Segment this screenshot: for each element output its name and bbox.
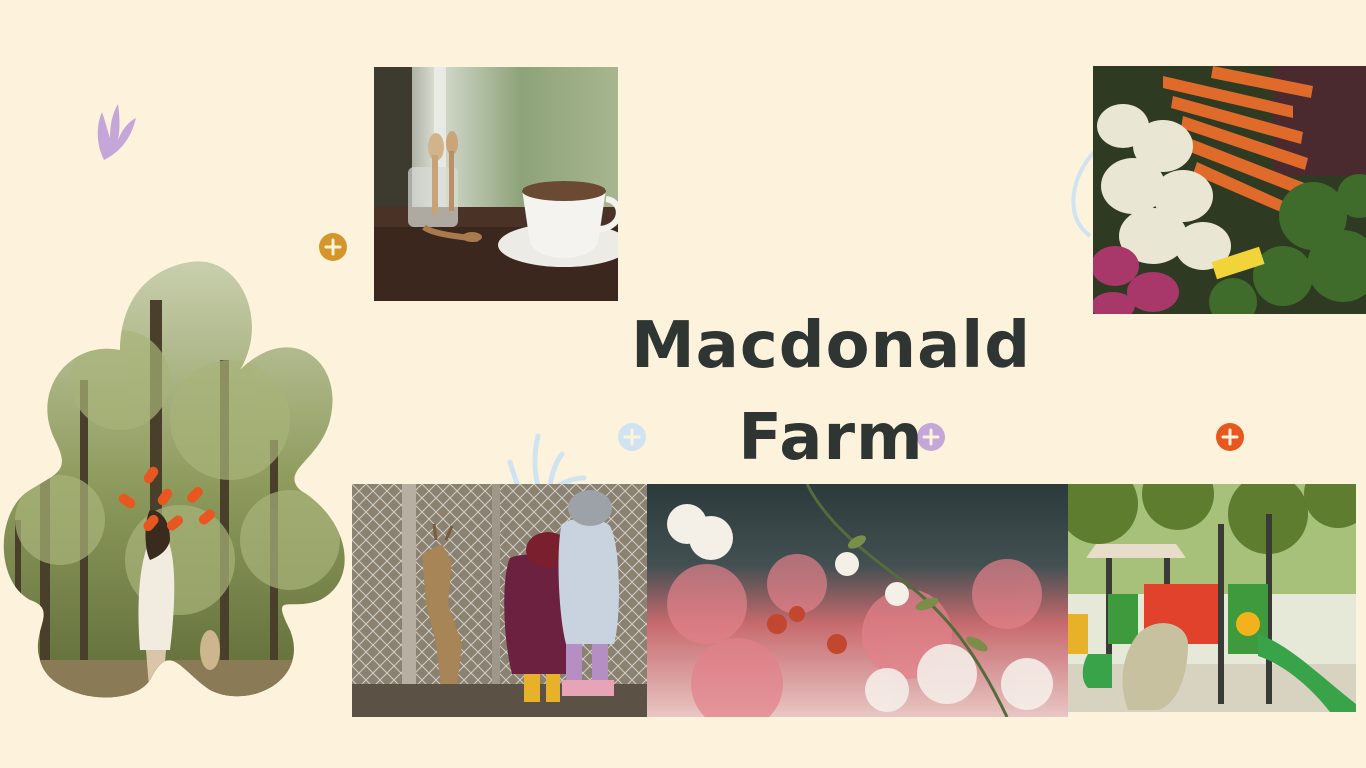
playground-photo	[1068, 484, 1356, 712]
plus-circle-icon	[319, 233, 347, 261]
leaf-sprig-decoration	[92, 104, 138, 162]
kids-feeding-deer-photo	[352, 484, 647, 717]
sparkle-decoration	[118, 462, 224, 542]
title-line-1: Macdonald	[630, 309, 1032, 383]
coffee-cup-photo	[374, 67, 618, 301]
burst-lines-decoration	[504, 432, 588, 489]
page-title: Macdonald Farm	[600, 300, 1062, 484]
vegetables-photo	[1093, 66, 1366, 314]
title-line-2: Farm	[738, 401, 924, 475]
flowers-photo	[647, 484, 1068, 717]
plus-circle-icon	[1216, 423, 1244, 451]
